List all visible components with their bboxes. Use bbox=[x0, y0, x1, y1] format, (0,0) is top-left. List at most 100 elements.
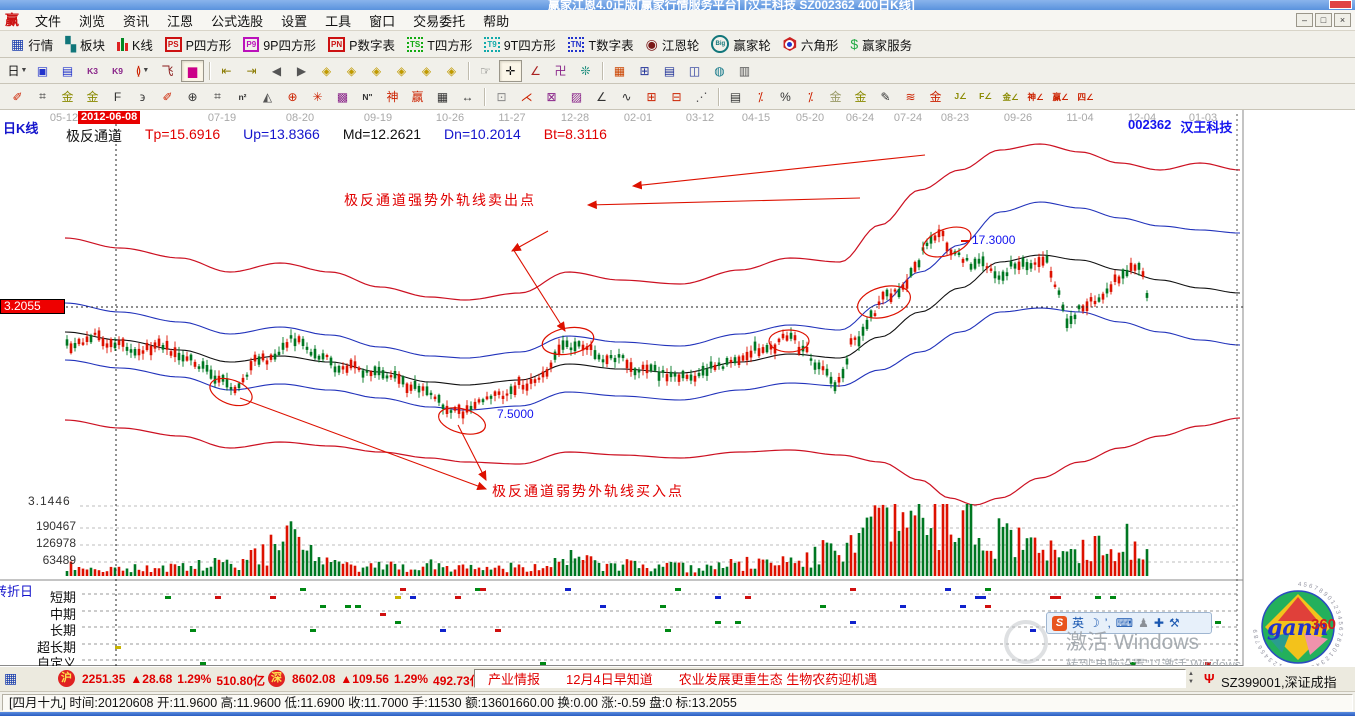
prev-bar-button[interactable]: ◀ bbox=[265, 60, 288, 82]
draw-grid-b[interactable]: ⊟ bbox=[665, 86, 688, 108]
save-button[interactable]: ◫ bbox=[683, 60, 706, 82]
spinner-up-icon[interactable]: ▲ bbox=[1188, 670, 1194, 678]
draw-starburst[interactable]: ✳ bbox=[306, 86, 329, 108]
window-cascade-button[interactable]: ▣ bbox=[31, 60, 54, 82]
menu-item-10[interactable]: 帮助 bbox=[474, 11, 518, 30]
draw-percent[interactable]: % bbox=[774, 86, 797, 108]
draw-fibonacci[interactable]: F bbox=[106, 86, 129, 108]
reference-index-label[interactable]: SZ399001,深证成指 bbox=[1221, 672, 1337, 691]
market-quotes-button[interactable]: ▦行情 bbox=[11, 35, 53, 54]
person-icon[interactable]: ♟ bbox=[1138, 617, 1149, 629]
first-bar-button[interactable]: ⇤ bbox=[215, 60, 238, 82]
draw-shen-angle[interactable]: 神∠ bbox=[1024, 86, 1047, 108]
kline-chart-canvas[interactable]: gann360456789012345678901234567890123456… bbox=[0, 110, 1355, 666]
draw-mirror[interactable]: ◭ bbox=[256, 86, 279, 108]
menu-item-6[interactable]: 设置 bbox=[272, 11, 316, 30]
p-square-button[interactable]: PSP四方形 bbox=[165, 35, 232, 54]
notes-button[interactable]: ▤ bbox=[658, 60, 681, 82]
expand-all-button[interactable]: ◈ bbox=[415, 60, 438, 82]
draw-n-wave[interactable]: Ν" bbox=[356, 86, 379, 108]
calendar-button[interactable]: ▦ bbox=[608, 60, 631, 82]
draw-grid-a[interactable]: ⊞ bbox=[640, 86, 663, 108]
period-day-button[interactable]: 日▼ bbox=[6, 60, 29, 82]
draw-ying-angle[interactable]: 赢∠ bbox=[1049, 86, 1072, 108]
expand-horizontal-button[interactable]: ◈ bbox=[365, 60, 388, 82]
calculator-button[interactable]: ⊞ bbox=[633, 60, 656, 82]
tools-icon[interactable]: ⚒ bbox=[1169, 617, 1180, 629]
candle-style-button[interactable]: ≬▼ bbox=[131, 60, 154, 82]
menu-item-7[interactable]: 工具 bbox=[316, 11, 360, 30]
draw-pen-red[interactable]: ✐ bbox=[6, 86, 29, 108]
compress-all-button[interactable]: ◈ bbox=[440, 60, 463, 82]
draw-time-grid[interactable]: ⌗ bbox=[31, 86, 54, 108]
draw-target[interactable]: ⊕ bbox=[281, 86, 304, 108]
hand-tool-button[interactable]: ☞ bbox=[474, 60, 497, 82]
menu-item-1[interactable]: 文件 bbox=[26, 11, 70, 30]
draw-span[interactable]: ↔ bbox=[456, 86, 479, 108]
draw-gold-line[interactable]: 金 bbox=[924, 86, 947, 108]
draw-n-square[interactable]: n² bbox=[231, 86, 254, 108]
draw-levels[interactable]: ▤ bbox=[724, 86, 747, 108]
keyboard-icon[interactable]: ⌨ bbox=[1116, 617, 1133, 629]
moon-icon[interactable]: ☽ bbox=[1089, 617, 1100, 629]
fly-indicator-button[interactable]: 飞 bbox=[156, 60, 179, 82]
winner-service-button[interactable]: $赢家服务 bbox=[850, 35, 912, 54]
lang-mode-label[interactable]: 英 bbox=[1072, 617, 1084, 629]
smart-tool-button[interactable]: ❊ bbox=[574, 60, 597, 82]
9p-square-button[interactable]: P99P四方形 bbox=[243, 35, 316, 54]
k9-view-button[interactable]: K9 bbox=[106, 60, 129, 82]
draw-time-rule[interactable]: ⌗ bbox=[206, 86, 229, 108]
draw-gold-angle[interactable]: 金∠ bbox=[999, 86, 1022, 108]
draw-gold-ratio-2[interactable]: 金 bbox=[81, 86, 104, 108]
gann-wheel-button[interactable]: ◉江恩轮 bbox=[646, 35, 700, 54]
compress-horizontal-button[interactable]: ◈ bbox=[390, 60, 413, 82]
compress-right-button[interactable]: ◈ bbox=[340, 60, 363, 82]
chart-area[interactable]: gann360456789012345678901234567890123456… bbox=[0, 110, 1355, 666]
draw-shen[interactable]: 神 bbox=[381, 86, 404, 108]
draw-wave-red[interactable]: ≋ bbox=[899, 86, 922, 108]
draw-f-angle[interactable]: F∠ bbox=[974, 86, 997, 108]
draw-j-angle[interactable]: J∠ bbox=[949, 86, 972, 108]
draw-grid-purple[interactable]: ▩ bbox=[331, 86, 354, 108]
quote-table-icon[interactable]: ▦ bbox=[4, 670, 17, 687]
draw-ying[interactable]: 赢 bbox=[406, 86, 429, 108]
info-panel-button[interactable]: ▤ bbox=[56, 60, 79, 82]
draw-gold-circle-1[interactable]: 金 bbox=[824, 86, 847, 108]
crosshair-tool-button[interactable]: ✛ bbox=[499, 60, 522, 82]
menu-item-2[interactable]: 浏览 bbox=[70, 11, 114, 30]
kline-button[interactable]: K线 bbox=[117, 35, 153, 54]
skin-icon[interactable]: ✚ bbox=[1154, 617, 1164, 629]
input-method-bar[interactable]: S英 ☽ ’, ⌨ ♟ ✚ ⚒ bbox=[1046, 612, 1212, 634]
draw-slashes[interactable]: ⋰ bbox=[690, 86, 713, 108]
title-bar[interactable]: 赢家江恩4.0正版[赢家行情服务平台] [汉王科技 SZ002362 400日K… bbox=[0, 0, 1355, 10]
draw-four-angle[interactable]: 四∠ bbox=[1074, 86, 1097, 108]
draw-percent-band[interactable]: ⁒ bbox=[799, 86, 822, 108]
draw-box-hatch[interactable]: ▨ bbox=[565, 86, 588, 108]
menu-item-5[interactable]: 公式选股 bbox=[202, 11, 272, 30]
draw-wave[interactable]: ∿ bbox=[615, 86, 638, 108]
t-square-button[interactable]: TST四方形 bbox=[407, 35, 472, 54]
punctuation-icon[interactable]: ’, bbox=[1105, 617, 1111, 629]
t-number-table-button[interactable]: TNT数字表 bbox=[568, 35, 634, 54]
minimize-button[interactable]: – bbox=[1296, 13, 1313, 27]
draw-box-x[interactable]: ⊠ bbox=[540, 86, 563, 108]
maximize-button[interactable]: □ bbox=[1315, 13, 1332, 27]
titlebar-close-button[interactable] bbox=[1329, 0, 1352, 9]
menu-item-3[interactable]: 资讯 bbox=[114, 11, 158, 30]
winner-wheel-button[interactable]: Big赢家轮 bbox=[711, 35, 771, 54]
draw-cycle-circle[interactable]: ⊕ bbox=[181, 86, 204, 108]
draw-gann-fan[interactable]: ⋌ bbox=[515, 86, 538, 108]
remote-pc-button[interactable]: ▥ bbox=[733, 60, 756, 82]
close-button[interactable]: × bbox=[1334, 13, 1351, 27]
draw-ink-pen[interactable]: ✎ bbox=[874, 86, 897, 108]
draw-spiral[interactable]: ϶ bbox=[131, 86, 154, 108]
histogram-button[interactable]: ▆ bbox=[181, 60, 204, 82]
spinner-down-icon[interactable]: ▼ bbox=[1188, 678, 1194, 686]
ticker-spinner[interactable]: ▲ ▼ bbox=[1188, 670, 1194, 686]
draw-pen-angle[interactable]: ✐ bbox=[156, 86, 179, 108]
angle-tool-button[interactable]: ∠ bbox=[524, 60, 547, 82]
p-number-table-button[interactable]: PNP数字表 bbox=[328, 35, 395, 54]
draw-percent-line[interactable]: ⁒ bbox=[749, 86, 772, 108]
sogou-logo-icon[interactable]: S bbox=[1052, 616, 1067, 631]
draw-ruler-grid[interactable]: ▦ bbox=[431, 86, 454, 108]
